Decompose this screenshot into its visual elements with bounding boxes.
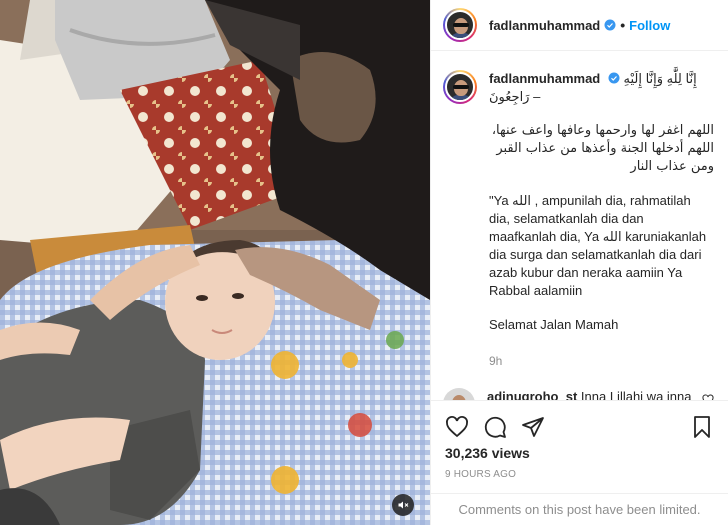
share-button[interactable] [521, 415, 545, 439]
video-frame-illustration [0, 0, 430, 525]
author-username[interactable]: fadlanmuhammad [489, 18, 600, 33]
post-video[interactable] [0, 0, 430, 525]
comment-button[interactable] [483, 415, 507, 439]
mute-toggle-button[interactable] [392, 494, 414, 516]
caption-dua: اللهم اغفر لها وارحمها وعافها واعف عنها،… [489, 122, 714, 176]
verified-badge-icon [604, 19, 616, 31]
instagram-post: fadlanmuhammad • Follow fadlanmuhammad إ… [0, 0, 728, 525]
heart-icon [446, 416, 468, 438]
caption-dua-line-2: اللهم أدخلها الجنة وأعذها من عذاب القبر [496, 141, 714, 156]
separator-dot: • [620, 17, 626, 33]
verified-badge-icon [608, 72, 620, 84]
caption-author-username[interactable]: fadlanmuhammad [489, 71, 600, 86]
follow-button[interactable]: Follow [629, 18, 670, 33]
caption-dua-line-3: ومن عذاب النار [630, 159, 714, 174]
commenter-username[interactable]: adinugroho_st [487, 389, 577, 400]
caption-author-avatar[interactable] [443, 70, 477, 104]
post-caption: fadlanmuhammad إِنَّا لِلَّٰهِ وَإِنَّا … [443, 70, 714, 370]
caption-indonesian-prayer: "Ya الله , ampunilah dia, rahmatilah dia… [489, 193, 707, 298]
comments-section: fadlanmuhammad إِنَّا لِلَّٰهِ وَإِنَّا … [431, 52, 728, 400]
comment-icon [484, 416, 506, 438]
comment-item: adinugroho_st Inna Lillahi wa inna ilayh… [443, 388, 714, 400]
post-actions-area: 30,236 views 9 HOURS AGO [431, 400, 728, 480]
post-header: fadlanmuhammad • Follow [431, 0, 728, 51]
comments-limited-notice: Comments on this post have been limited. [431, 493, 728, 525]
muted-speaker-icon [398, 501, 409, 509]
post-sidebar: fadlanmuhammad • Follow fadlanmuhammad إ… [430, 0, 728, 525]
like-button[interactable] [445, 415, 469, 439]
caption-timestamp[interactable]: 9h [489, 352, 714, 370]
bookmark-icon [694, 416, 710, 438]
caption-closing: Selamat Jalan Mamah [489, 317, 619, 332]
author-avatar[interactable] [443, 8, 477, 42]
post-timestamp[interactable]: 9 HOURS AGO [445, 469, 714, 480]
save-button[interactable] [690, 415, 714, 439]
commenter-avatar[interactable] [443, 388, 475, 400]
view-count[interactable]: 30,236 views [445, 445, 714, 461]
share-icon [522, 417, 544, 437]
caption-dua-line-1: اللهم اغفر لها وارحمها وعافها واعف عنها، [491, 123, 714, 138]
